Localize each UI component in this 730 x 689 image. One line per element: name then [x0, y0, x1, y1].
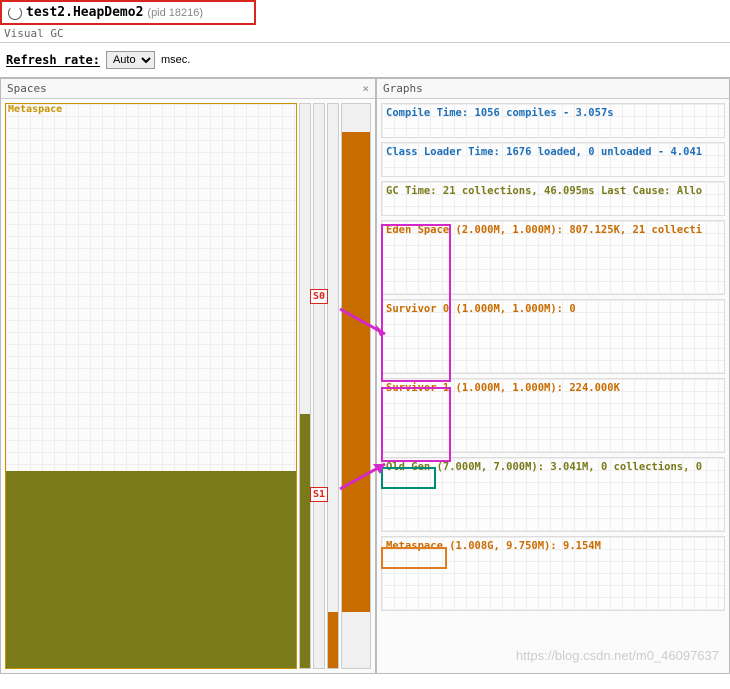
metaspace-fill [6, 471, 296, 668]
close-icon[interactable]: × [362, 82, 369, 95]
s0-detail: (1.000M, 1.000M): 0 [449, 303, 575, 315]
eden-label: Eden Space [386, 224, 449, 236]
s0-label: S0 [310, 289, 328, 304]
eden-detail: (2.000M, 1.000M): 807.125K, 21 collecti [449, 224, 702, 236]
graph-metaspace[interactable]: Metaspace (1.008G, 9.750M): 9.154M [381, 536, 725, 611]
graph-oldgen[interactable]: Old Gen (7.000M, 7.000M): 3.041M, 0 coll… [381, 457, 725, 532]
refresh-rate-unit: msec. [161, 54, 190, 66]
compile-label: Compile Time: [386, 107, 468, 119]
graph-compile-time[interactable]: Compile Time: 1056 compiles - 3.057s [381, 103, 725, 138]
eden-fill [342, 132, 370, 611]
gctime-detail: 21 collections, 46.095ms Last Cause: All… [437, 185, 703, 197]
spaces-panel-header: Spaces × [1, 79, 375, 99]
gctime-label: GC Time: [386, 185, 437, 197]
metaspace-col-label: Metaspace [8, 104, 62, 115]
s1-graph-label: Survivor 1 [386, 382, 449, 394]
s0-graph-label: Survivor 0 [386, 303, 449, 315]
graph-s0[interactable]: Survivor 0 (1.000M, 1.000M): 0 [381, 299, 725, 374]
compile-detail: 1056 compiles - 3.057s [468, 107, 613, 119]
spaces-body: Metaspace S0 S1 [1, 99, 375, 673]
spaces-title: Spaces [7, 82, 47, 95]
oldgen-detail: (7.000M, 7.000M): 3.041M, 0 collections,… [430, 461, 702, 473]
metaspace-graph-label: Metaspace [386, 540, 443, 552]
graphs-title: Graphs [383, 82, 423, 95]
s1-fill [328, 612, 338, 668]
section-visual-gc: Visual GC [0, 25, 730, 43]
process-name: test2.HeapDemo2 [26, 5, 143, 20]
s1-detail: (1.000M, 1.000M): 224.000K [449, 382, 620, 394]
s0-column[interactable] [313, 103, 325, 669]
classloader-detail: 1676 loaded, 0 unloaded - 4.041 [500, 146, 702, 158]
s1-label: S1 [310, 487, 328, 502]
metaspace-column[interactable]: Metaspace [5, 103, 297, 669]
oldgen-fill [300, 414, 310, 668]
graphs-body: Compile Time: 1056 compiles - 3.057s Cla… [377, 99, 729, 673]
s1-column[interactable] [327, 103, 339, 669]
graph-gc-time[interactable]: GC Time: 21 collections, 46.095ms Last C… [381, 181, 725, 216]
graphs-panel: Graphs Compile Time: 1056 compiles - 3.0… [376, 78, 730, 674]
eden-column[interactable] [341, 103, 371, 669]
graph-eden[interactable]: Eden Space (2.000M, 1.000M): 807.125K, 2… [381, 220, 725, 295]
graph-class-loader[interactable]: Class Loader Time: 1676 loaded, 0 unload… [381, 142, 725, 177]
graph-s1[interactable]: Survivor 1 (1.000M, 1.000M): 224.000K [381, 378, 725, 453]
process-pid: (pid 18216) [147, 7, 203, 19]
watermark: https://blog.csdn.net/m0_46097637 [516, 648, 719, 663]
oldgen-label: Old Gen [386, 461, 430, 473]
graphs-panel-header: Graphs [377, 79, 729, 99]
oldgen-column[interactable] [299, 103, 311, 669]
refresh-rate-select[interactable]: Auto [106, 51, 155, 69]
refresh-rate-row: Refresh rate: Auto msec. [0, 43, 730, 78]
refresh-icon [8, 6, 22, 20]
refresh-rate-label: Refresh rate: [6, 53, 100, 67]
window-title-bar: test2.HeapDemo2 (pid 18216) [0, 0, 256, 25]
spaces-panel: Spaces × Metaspace S0 S1 [0, 78, 376, 674]
classloader-label: Class Loader Time: [386, 146, 500, 158]
metaspace-detail: (1.008G, 9.750M): 9.154M [443, 540, 601, 552]
